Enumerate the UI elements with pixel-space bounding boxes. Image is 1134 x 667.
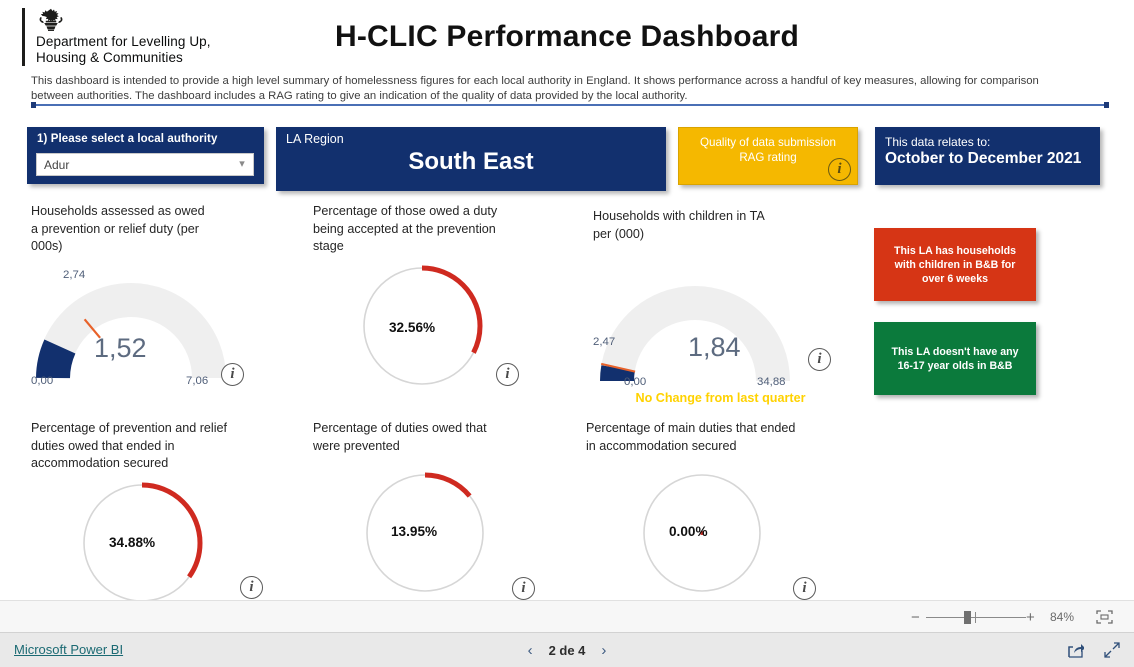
zoom-toolbar: − + 84% [0, 600, 1134, 632]
info-icon[interactable]: i [793, 577, 816, 600]
data-period-card: This data relates to: October to Decembe… [875, 127, 1100, 185]
rag-rating-card[interactable]: Quality of data submission RAG rating i [678, 127, 858, 185]
gauge-max-label: 7,06 [186, 375, 209, 387]
fit-to-page-icon[interactable] [1096, 601, 1113, 633]
gauge-value-label: 1,84 [688, 332, 741, 362]
donut-value-label: 34.88% [109, 535, 156, 550]
data-period-label: This data relates to: [885, 135, 991, 149]
visual-title: Percentage of those owed a duty being ac… [313, 204, 498, 253]
la-region-card: LA Region South East [276, 127, 666, 191]
chevron-down-icon[interactable]: ▾ [231, 159, 253, 170]
chevron-left-icon[interactable]: ‹ [528, 642, 533, 659]
minus-icon[interactable]: − [911, 601, 920, 633]
la-region-value: South East [408, 148, 534, 175]
visual-title: Percentage of prevention and relief duti… [31, 421, 228, 470]
gauge-target-label: 2,47 [593, 336, 616, 348]
gauge-min-label: 0,00 [624, 376, 647, 388]
page-title: H-CLIC Performance Dashboard [334, 20, 800, 53]
local-authority-selected-value: Adur [44, 157, 70, 172]
page-indicator: 2 de 4 [548, 643, 586, 658]
zoom-slider-tick [975, 611, 976, 623]
status-bar: Microsoft Power BI ‹ 2 de 4 › [0, 632, 1134, 667]
local-authority-slicer[interactable]: 1) Please select a local authority Adur … [27, 127, 264, 184]
zoom-slider[interactable] [926, 601, 1026, 633]
info-icon[interactable]: i [240, 576, 263, 599]
gauge-value-label: 1,52 [94, 333, 147, 363]
main-duties-accommodation-donut[interactable]: Percentage of main duties that ended in … [586, 420, 836, 605]
donut-value-label: 13.95% [391, 524, 438, 539]
visual-title: Percentage of duties owed that were prev… [313, 421, 487, 453]
la-region-label: LA Region [286, 132, 344, 146]
local-authority-dropdown[interactable]: Adur ▾ [36, 153, 254, 176]
green-status: This LA doesn't have any 16-17 year olds… [874, 322, 1036, 395]
page-navigator: ‹ 2 de 4 › [0, 633, 1134, 667]
info-icon[interactable]: i [512, 577, 535, 600]
info-icon[interactable]: i [221, 363, 244, 386]
visual-title: Households assessed as owed a prevention… [31, 204, 205, 253]
chevron-right-icon[interactable]: › [601, 642, 606, 659]
zoom-level-label: 84% [1050, 610, 1075, 624]
dashboard-description: This dashboard is intended to provide a … [31, 75, 1039, 102]
rag-rating-line1: Quality of data submission [700, 136, 836, 149]
donut-value-label: 0.00% [669, 524, 708, 539]
households-assessed-gauge[interactable]: Households assessed as owed a prevention… [31, 203, 281, 393]
zoom-slider-thumb[interactable] [964, 610, 971, 624]
children-in-ta-gauge[interactable]: Households with children in TA per (000)… [593, 208, 843, 405]
local-authority-slicer-label: 1) Please select a local authority [37, 133, 218, 145]
gauge-target-label: 2,74 [63, 269, 86, 281]
info-icon[interactable]: i [808, 348, 831, 371]
info-icon[interactable]: i [496, 363, 519, 386]
data-period-value: October to December 2021 [885, 150, 1082, 167]
divider-cap-right [1104, 102, 1109, 108]
red-status: This LA has households with children in … [874, 228, 1036, 301]
prevention-stage-donut[interactable]: Percentage of those owed a duty being ac… [313, 203, 543, 393]
plus-icon[interactable]: + [1026, 601, 1035, 633]
red-status-text: This LA has households with children in … [893, 244, 1017, 285]
info-icon[interactable]: i [828, 158, 851, 181]
gauge-change-note: No Change from last quarter [635, 391, 806, 405]
gauge-max-label: 34,88 [757, 376, 786, 388]
green-status-text: This LA doesn't have any 16-17 year olds… [891, 345, 1019, 372]
report-canvas: Department for Levelling Up, Housing & C… [0, 0, 1134, 605]
share-icon[interactable] [1068, 642, 1085, 663]
divider-cap-left [31, 102, 36, 108]
visual-title: Percentage of main duties that ended in … [586, 421, 796, 453]
visual-title: Households with children in TA per (000) [593, 209, 765, 241]
fullscreen-icon[interactable] [1104, 642, 1120, 663]
prevention-relief-accommodation-donut[interactable]: Percentage of prevention and relief duti… [31, 420, 281, 605]
donut-value-label: 32.56% [389, 320, 436, 335]
header-divider [31, 104, 1109, 106]
gauge-min-label: 0,00 [31, 375, 54, 387]
power-bi-report-window: Department for Levelling Up, Housing & C… [0, 0, 1134, 667]
duties-prevented-donut[interactable]: Percentage of duties owed that were prev… [313, 420, 563, 605]
